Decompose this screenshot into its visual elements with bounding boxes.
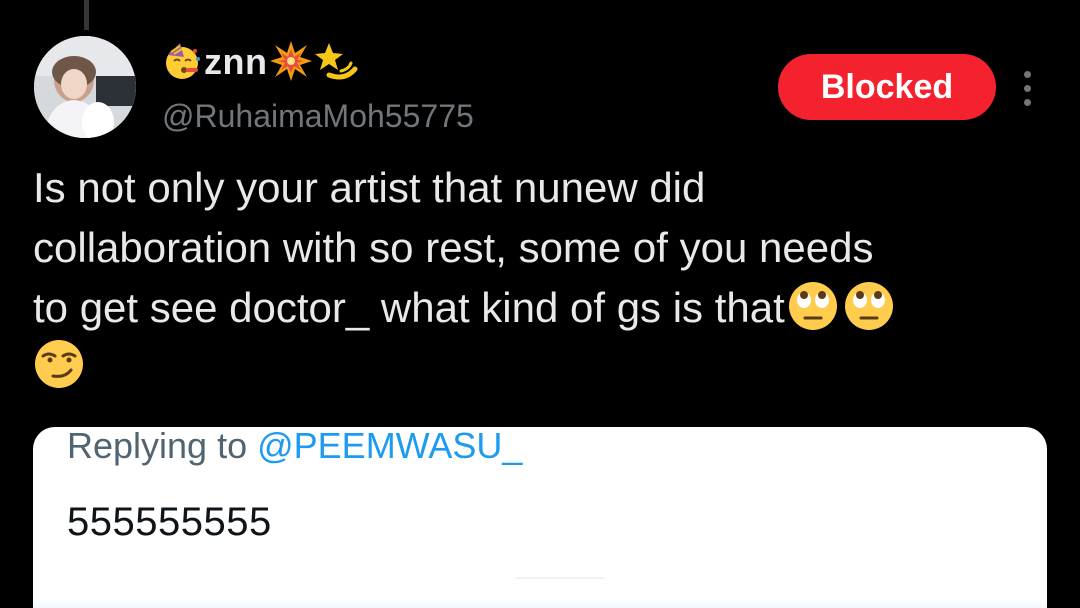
author-display-name: znn: [204, 41, 268, 82]
avatar[interactable]: [34, 36, 136, 138]
author-name-row[interactable]: znn: [162, 34, 359, 90]
tweet-text-line: collaboration with so rest, some of you …: [33, 224, 874, 271]
more-options-icon[interactable]: [1010, 62, 1044, 114]
replying-to-line: Replying to @PEEMWASU_: [67, 427, 522, 467]
tweet-detail-screen: znn @RuhaimaMoh55775 Blocked Is not only…: [0, 0, 1080, 608]
smirk-emoji-icon: [35, 340, 83, 388]
eye-roll-emoji-icon: [844, 282, 893, 330]
replying-to-mention[interactable]: @PEEMWASU_: [257, 427, 522, 466]
avatar-image: [34, 36, 136, 138]
author-handle[interactable]: @RuhaimaMoh55775: [162, 98, 474, 135]
eye-roll-emoji-icon: [788, 282, 837, 330]
quoted-divider: [515, 577, 605, 579]
replying-to-label: Replying to: [67, 427, 258, 466]
quoted-text: 555555555: [67, 500, 272, 544]
more-dot: [1023, 70, 1031, 78]
quoted-bottom-bar: [33, 599, 1047, 608]
party-face-icon: [162, 41, 202, 84]
collision-icon: [269, 39, 313, 86]
more-dot: [1023, 84, 1031, 92]
tweet-text-line: to get see doctor_ what kind of gs is th…: [33, 278, 1053, 338]
tweet-text: Is not only your artist that nunew did c…: [33, 158, 1053, 398]
thread-connector-line: [84, 0, 89, 30]
more-dot: [1023, 98, 1031, 106]
dizzy-icon: [315, 39, 359, 86]
quoted-image-card[interactable]: Replying to @PEEMWASU_ 555555555: [33, 427, 1047, 608]
tweet-text-segment: to get see doctor_ what kind of gs is th…: [33, 284, 785, 331]
blocked-button[interactable]: Blocked: [778, 54, 996, 120]
tweet-text-line: Is not only your artist that nunew did: [33, 164, 706, 211]
tweet-text-line: [33, 338, 1053, 398]
